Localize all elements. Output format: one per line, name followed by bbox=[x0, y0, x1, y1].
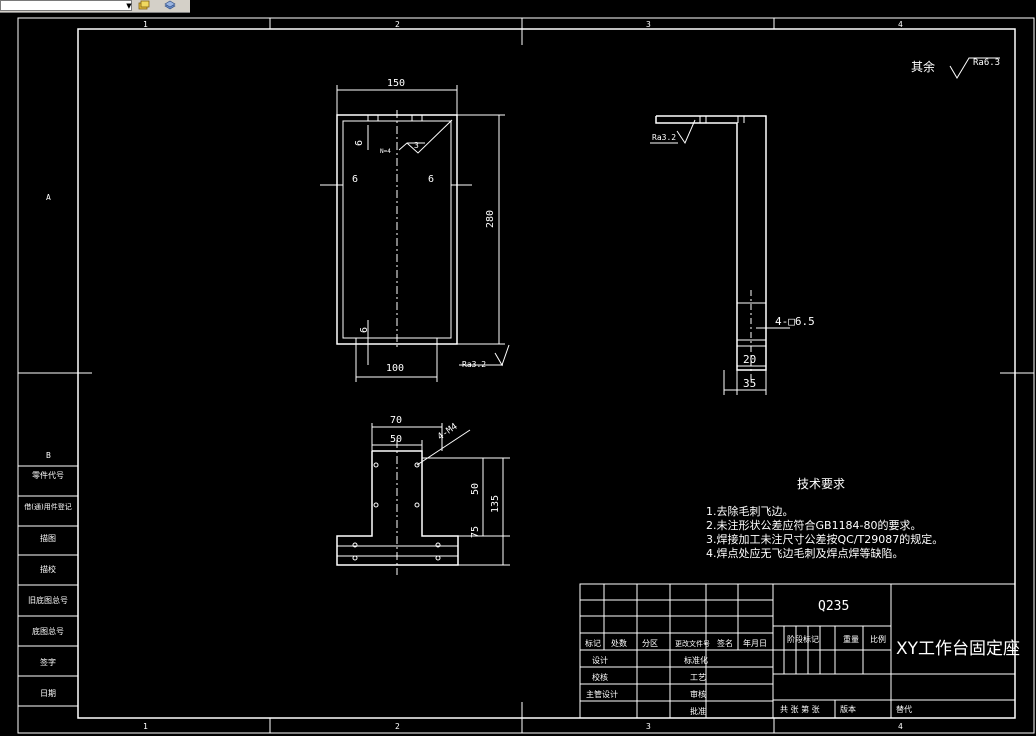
front-roughness: Ra3.2 bbox=[462, 360, 486, 369]
dim-6-left: 6 bbox=[352, 174, 358, 185]
header-cell: 处数 bbox=[611, 638, 627, 648]
side-view bbox=[650, 115, 790, 395]
hole-callout: 4-□6.5 bbox=[775, 315, 815, 328]
dim-6-bottom: 6 bbox=[359, 327, 370, 333]
surface-finish-label: 其余 bbox=[911, 59, 935, 74]
side-roughness: Ra3.2 bbox=[652, 133, 676, 142]
tech-req-item: 3.焊接加工未注尺寸公差按QC/T29087的规定。 bbox=[706, 532, 943, 546]
dim-70: 70 bbox=[390, 415, 402, 426]
left-table-cell: 底图总号 bbox=[32, 626, 64, 636]
sheet-count: 共 张 第 张 bbox=[780, 704, 820, 714]
bottom-view bbox=[336, 423, 510, 575]
role-label: 工艺 bbox=[690, 673, 706, 682]
dim-75: 75 bbox=[470, 526, 481, 538]
left-table-cell: 借(通)用件登记 bbox=[24, 502, 71, 511]
stage-label: 阶段标记 bbox=[787, 634, 819, 644]
dim-50-top: 50 bbox=[390, 434, 402, 445]
dim-150: 150 bbox=[387, 78, 405, 89]
front-view-dimensions: 150 280 6 6 6 6 100 N=4 3 Ra3.2 bbox=[352, 78, 496, 374]
zone-y-b: B bbox=[46, 451, 51, 460]
version-label: 版本 bbox=[840, 704, 856, 714]
title-block-text: Q235 XY工作台固定座 标记 处数 分区 更改文件号 签名 年月日 阶段标记… bbox=[585, 599, 1020, 716]
header-cell: 年月日 bbox=[743, 638, 767, 648]
dim-280: 280 bbox=[485, 210, 496, 228]
dim-35: 35 bbox=[743, 377, 756, 390]
side-view-dimensions: Ra3.2 4-□6.5 20 35 bbox=[652, 133, 815, 390]
technical-requirements: 技术要求 1.去除毛刺飞边。 2.未注形状公差应符合GB1184-80的要求。 … bbox=[706, 477, 943, 560]
header-cell: 标记 bbox=[585, 638, 601, 648]
role-label: 校核 bbox=[592, 672, 608, 682]
role-label: 批准 bbox=[690, 706, 706, 716]
header-cell: 签名 bbox=[717, 638, 733, 648]
tech-req-item: 2.未注形状公差应符合GB1184-80的要求。 bbox=[706, 518, 922, 532]
left-table-labels: 零件代号 借(通)用件登记 描图 描校 旧底图总号 底图总号 签字 日期 bbox=[24, 470, 71, 698]
role-label: 设计 bbox=[592, 655, 608, 665]
left-table-cell: 旧底图总号 bbox=[28, 595, 68, 605]
zone-x-3: 3 bbox=[646, 20, 651, 29]
left-table-cell: 签字 bbox=[40, 657, 56, 667]
front-view bbox=[320, 85, 510, 382]
dim-6-top: 6 bbox=[354, 140, 365, 146]
weld-size: 3 bbox=[414, 141, 419, 150]
zone-labels: 1 2 3 4 1 2 3 4 A B bbox=[46, 20, 903, 731]
tech-req-item: 1.去除毛刺飞边。 bbox=[706, 504, 794, 518]
surface-finish-value: Ra6.3 bbox=[973, 58, 1000, 68]
role-label: 标准化 bbox=[684, 655, 708, 665]
tech-req-item: 4.焊点处应无飞边毛刺及焊点焊等缺陷。 bbox=[706, 546, 904, 560]
dim-6-right: 6 bbox=[428, 174, 434, 185]
dim-100: 100 bbox=[386, 363, 404, 374]
dim-50-right: 50 bbox=[470, 483, 481, 495]
zone-x-3-bottom: 3 bbox=[646, 722, 651, 731]
weld-count: N=4 bbox=[380, 148, 391, 155]
header-cell: 分区 bbox=[642, 639, 658, 648]
zone-x-1: 1 bbox=[143, 20, 148, 29]
role-label: 审核 bbox=[690, 689, 706, 699]
part-name: XY工作台固定座 bbox=[896, 639, 1020, 659]
material: Q235 bbox=[818, 599, 849, 614]
stage-label: 比例 bbox=[870, 634, 886, 644]
stage-label: 重量 bbox=[843, 634, 859, 644]
zone-x-4-bottom: 4 bbox=[898, 722, 903, 731]
surface-finish-note: 其余 Ra6.3 bbox=[911, 57, 1000, 79]
zone-x-1-bottom: 1 bbox=[143, 722, 148, 731]
zone-y-a: A bbox=[46, 193, 51, 202]
zone-x-2-bottom: 2 bbox=[395, 722, 400, 731]
left-table-cell: 零件代号 bbox=[32, 470, 64, 480]
header-cell: 更改文件号 bbox=[675, 639, 710, 648]
bottom-view-dimensions: 70 50 4-M4 50 135 75 bbox=[390, 415, 501, 538]
dim-135: 135 bbox=[490, 495, 501, 513]
zone-x-2: 2 bbox=[395, 20, 400, 29]
left-table-cell: 日期 bbox=[40, 689, 56, 698]
cad-drawing[interactable]: 1 2 3 4 1 2 3 4 A B 零件代号 借(通)用件登记 描图 描校 … bbox=[0, 0, 1036, 736]
zone-x-4: 4 bbox=[898, 20, 903, 29]
dim-20: 20 bbox=[743, 353, 756, 366]
left-side-table bbox=[17, 465, 79, 707]
replace-label: 替代 bbox=[896, 704, 912, 714]
tech-req-title: 技术要求 bbox=[797, 477, 845, 491]
left-table-cell: 描图 bbox=[40, 533, 56, 543]
role-label: 主管设计 bbox=[586, 689, 618, 699]
left-table-cell: 描校 bbox=[40, 564, 56, 574]
